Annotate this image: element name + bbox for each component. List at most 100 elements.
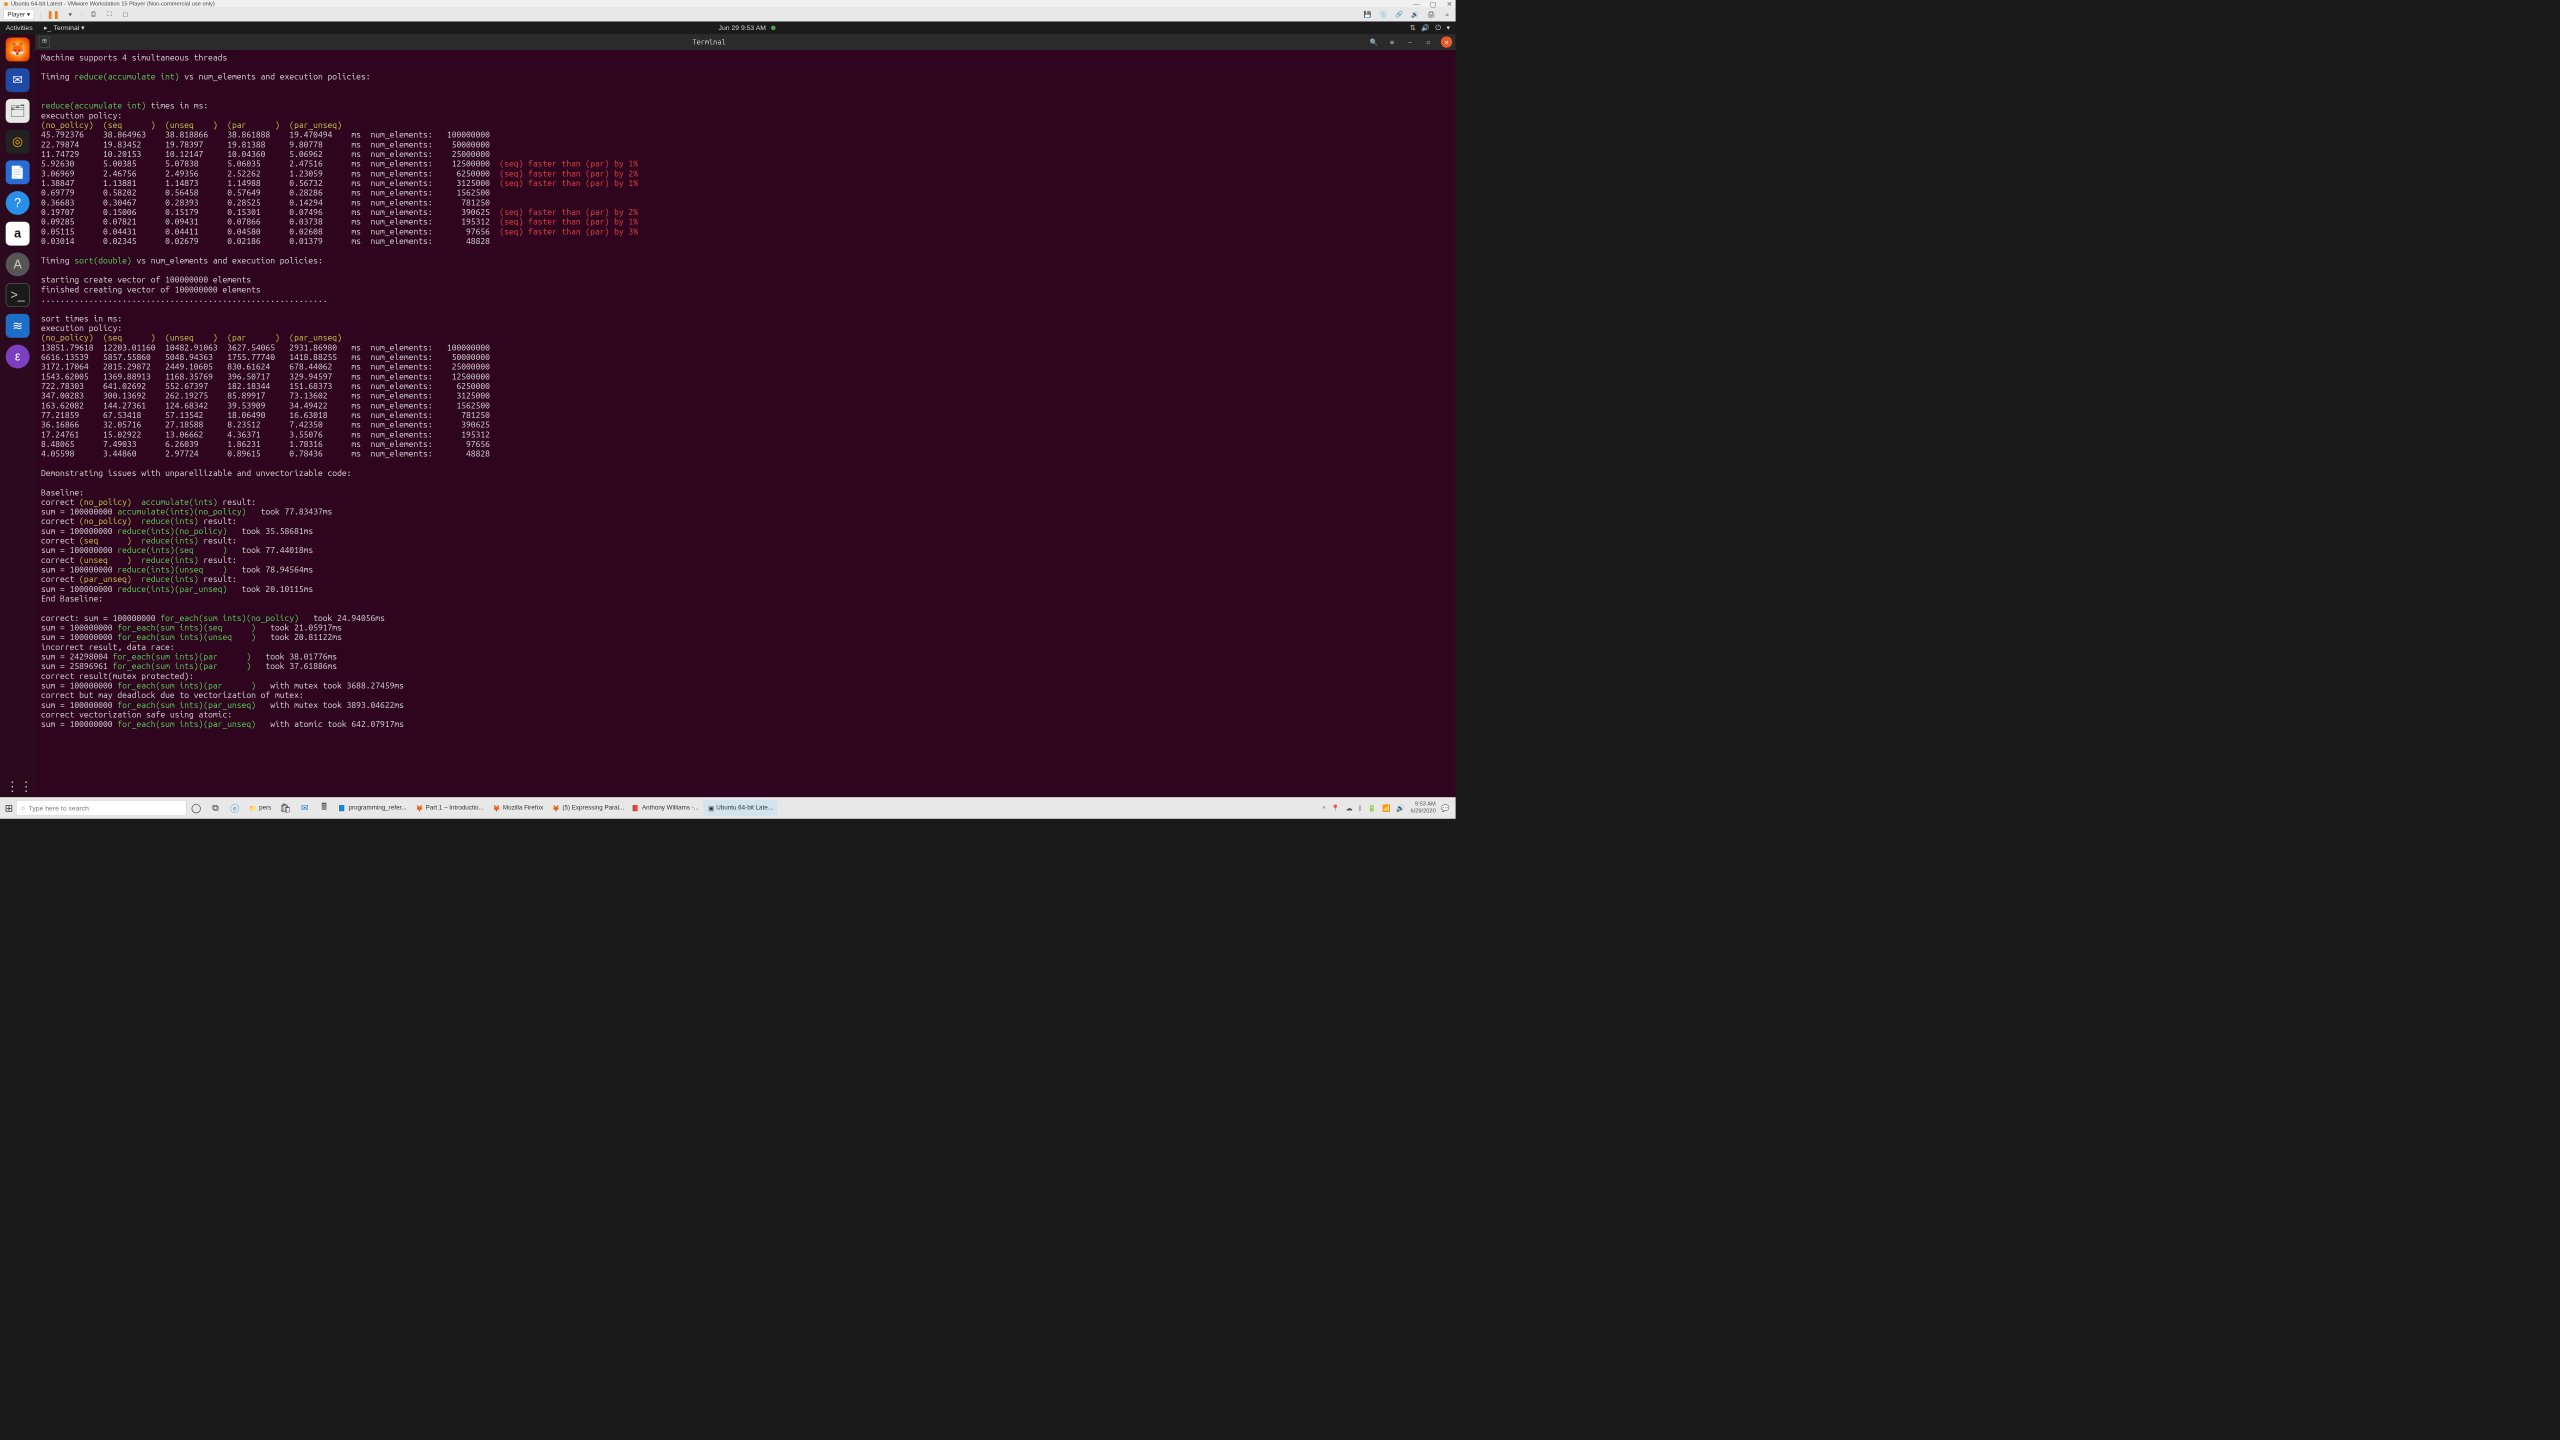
volume-icon[interactable]: 🔊 — [1421, 24, 1430, 32]
terminal-dock-icon[interactable]: >_ — [6, 283, 30, 307]
task-view-icon[interactable]: ⧉ — [206, 803, 225, 813]
out-line: reduce(accumulate int) — [41, 101, 146, 111]
word-task[interactable]: 📘 programming_refer... — [334, 800, 411, 816]
search-input[interactable]: ○ Type here to search — [16, 800, 187, 816]
task-label: Mozilla Firefox — [503, 805, 543, 812]
tray-onedrive-icon[interactable]: ☁ — [1346, 804, 1353, 812]
minimize-icon[interactable]: — — [1413, 0, 1420, 8]
vmware-title: Ubuntu 64-bit Latest - VMware Workstatio… — [11, 1, 1413, 7]
libreoffice-dock-icon[interactable]: 📄 — [6, 160, 30, 184]
out-line: for_each(sum ints)(seq ) — [117, 623, 256, 633]
out-line: 5.92630 5.00385 5.07838 5.06035 2.47516 … — [41, 159, 500, 169]
out-line: 1.38847 1.13881 1.14873 1.14988 0.56732 … — [41, 178, 500, 188]
notifications-icon[interactable]: 💬 — [1441, 804, 1450, 812]
explorer-task[interactable]: 📁 pers — [244, 800, 275, 816]
amazon-dock-icon[interactable]: a — [6, 222, 30, 246]
files-dock-icon[interactable]: 🗂 — [6, 99, 30, 123]
cd-icon[interactable]: 💿 — [1378, 11, 1388, 18]
software-updater-dock-icon[interactable]: A — [6, 252, 30, 276]
thunderbird-dock-icon[interactable]: ✉ — [6, 68, 30, 92]
out-line: 0.03014 0.02345 0.02679 0.02186 0.01379 … — [41, 236, 490, 246]
out-line: accumulate(ints)(no_policy) — [117, 507, 246, 517]
out-line: starting create vector of 100000000 elem… — [41, 275, 251, 285]
firefox-task-1[interactable]: 🦊 Part 1 – Introductio... — [411, 800, 488, 816]
tray-chevron-icon[interactable]: ^ — [1323, 804, 1326, 812]
taskbar-clock[interactable]: 9:53 AM 6/29/2020 — [1410, 801, 1435, 815]
terminal-output[interactable]: Machine supports 4 simultaneous threads … — [35, 50, 1455, 731]
window-maximize-icon[interactable]: ▫ — [1423, 36, 1434, 47]
maximize-icon[interactable]: ▢ — [1430, 0, 1436, 8]
clock[interactable]: Jun 29 9:53 AM — [85, 24, 1410, 32]
tray-battery-icon[interactable]: 🔋 — [1368, 804, 1377, 812]
tray-wifi-icon[interactable]: 📶 — [1382, 804, 1391, 812]
tray-volume-icon[interactable]: 🔊 — [1396, 804, 1405, 812]
out-line: (seq) faster than (par) by 2% — [499, 168, 638, 178]
search-circle-icon: ○ — [21, 804, 25, 812]
out-line: for_each(sum ints)(par ) — [113, 652, 252, 662]
system-menu-chevron-icon[interactable]: ▾ — [1447, 24, 1450, 32]
activities-button[interactable]: Activities — [6, 24, 33, 32]
out-line: result: — [199, 536, 237, 546]
out-line: 0.69779 0.58202 0.56458 0.57649 0.28286 … — [41, 188, 490, 198]
hamburger-menu-icon[interactable]: ≡ — [1386, 36, 1397, 47]
out-line: execution policy: — [41, 110, 122, 120]
help-dock-icon[interactable]: ? — [6, 191, 30, 215]
start-button[interactable]: ⊞ — [2, 802, 16, 814]
out-line: for_each(sum ints)(no_policy) — [160, 613, 299, 623]
disk-icon[interactable]: 💾 — [1362, 11, 1372, 18]
firefox-task-3[interactable]: 🦊 (5) Expressing Paral... — [548, 800, 628, 816]
edge-icon[interactable]: ⓔ — [225, 801, 244, 815]
out-line: incorrect result, data race: — [41, 642, 175, 652]
out-line: (unseq ) — [79, 555, 132, 565]
dropdown-icon[interactable]: ▾ — [65, 11, 75, 18]
vscode-dock-icon[interactable]: ≋ — [6, 314, 30, 338]
vmware-task[interactable]: ▣ Ubuntu 64-bit Late... — [704, 800, 778, 816]
vmware-titlebar: ▣ Ubuntu 64-bit Latest - VMware Workstat… — [0, 0, 1456, 8]
close-icon[interactable]: ✕ — [1446, 0, 1452, 8]
out-line: (no_policy) — [79, 497, 132, 507]
out-line: result: — [199, 516, 237, 526]
mail-icon[interactable]: ✉ — [295, 802, 314, 813]
search-placeholder: Type here to search — [29, 804, 89, 812]
unity-icon[interactable]: ◻ — [120, 11, 130, 18]
out-line: took 77.44018ms — [227, 545, 313, 555]
chevron-icon[interactable]: » — [1442, 11, 1452, 18]
firefox-dock-icon[interactable]: 🦊 — [6, 38, 30, 62]
out-line: sum = 25896961 — [41, 661, 113, 671]
search-icon[interactable]: 🔍 — [1368, 36, 1379, 47]
printer-icon[interactable]: 🖨 — [1426, 11, 1436, 18]
system-tray[interactable]: ^ 📍 ☁ ᛒ 🔋 📶 🔊 9:53 AM 6/29/2020 💬 — [1323, 801, 1454, 815]
calculator-icon[interactable]: 🖩 — [314, 800, 333, 815]
store-icon[interactable]: 🛍 — [276, 802, 295, 813]
network-icon[interactable]: 🔗 — [1394, 11, 1404, 18]
out-line: for_each(sum ints)(par ) — [117, 681, 256, 691]
cortana-icon[interactable]: ◯ — [187, 802, 206, 813]
out-line: sum = 100000000 — [41, 565, 117, 575]
power-icon[interactable]: ⏻ — [1435, 24, 1440, 33]
pause-icon[interactable]: ❚❚ — [47, 10, 59, 19]
out-line: sum = 100000000 — [41, 632, 117, 642]
new-tab-button[interactable]: ⊞ — [39, 36, 50, 47]
out-line: 11.74729 10.20153 10.12147 10.04360 5.06… — [41, 149, 490, 159]
tray-location-icon[interactable]: 📍 — [1331, 804, 1340, 812]
emacs-dock-icon[interactable]: ε — [6, 345, 30, 369]
tray-bluetooth-icon[interactable]: ᛒ — [1358, 804, 1362, 812]
firefox-task-2[interactable]: 🦊 Mozilla Firefox — [488, 800, 547, 816]
out-line: correct — [41, 574, 79, 584]
terminal-menu[interactable]: ▸_ Terminal ▾ — [44, 24, 85, 32]
player-menu[interactable]: Player ▾ — [3, 9, 34, 20]
fullscreen-icon[interactable]: ⛶ — [104, 11, 114, 18]
out-line: (seq) faster than (par) by 2% — [499, 207, 638, 217]
adobe-task[interactable]: 📕 Anthony Williams -... — [627, 800, 703, 816]
out-line: sum = 100000000 — [41, 623, 117, 633]
sound-tb-icon[interactable]: 🔊 — [1410, 11, 1420, 18]
rhythmbox-dock-icon[interactable]: ◎ — [6, 130, 30, 154]
window-close-icon[interactable]: ✕ — [1441, 36, 1452, 47]
out-line — [132, 555, 142, 565]
window-minimize-icon[interactable]: — — [1404, 36, 1415, 47]
send-ctrl-alt-del-icon[interactable]: ⎙ — [88, 11, 98, 18]
out-line: (seq) faster than (par) by 1% — [499, 178, 638, 188]
network-indicator-icon[interactable]: ⇅ — [1410, 24, 1416, 32]
out-line: vs num_elements and execution policies: — [179, 72, 370, 82]
out-line: 347.00283 300.13692 262.19275 85.89917 7… — [41, 391, 490, 401]
